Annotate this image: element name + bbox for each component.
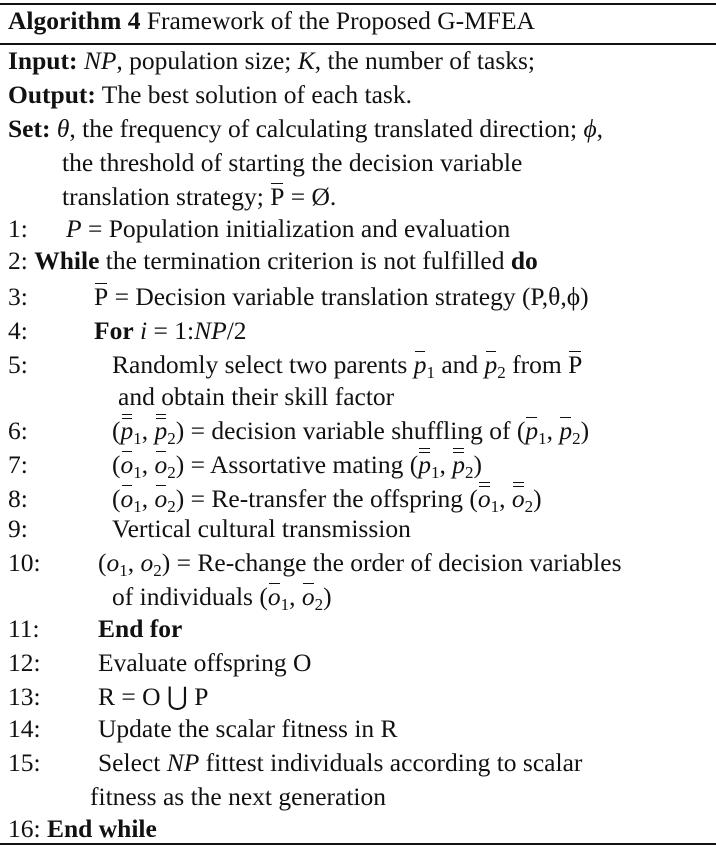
algorithm-title: Framework of the Proposed G-MFEA xyxy=(146,6,535,35)
step-6: 6: xyxy=(8,416,28,445)
step-8-body: (o1, o2) = Re-transfer the offspring (o1… xyxy=(112,482,542,516)
step-16: 16: End while xyxy=(8,814,157,843)
bottom-rule xyxy=(0,843,716,845)
output-line: Output: The best solution of each task. xyxy=(8,80,412,109)
step-12-body: Evaluate offspring O xyxy=(98,648,312,677)
algorithm-label: Algorithm 4 xyxy=(8,6,141,35)
step-3-body: P = Decision variable translation strate… xyxy=(94,280,589,314)
step-13: 13: xyxy=(8,682,41,711)
step-15-body: Select NP fittest individuals according … xyxy=(98,748,583,777)
algorithm-box: Algorithm 4 Framework of the Proposed G-… xyxy=(0,0,716,846)
step-14-body: Update the scalar fitness in R xyxy=(98,714,398,743)
algorithm-header: Algorithm 4 Framework of the Proposed G-… xyxy=(8,4,535,38)
step-9-body: Vertical cultural transmission xyxy=(112,514,411,543)
step-15: 15: xyxy=(8,748,41,777)
step-4: 4: xyxy=(8,316,28,345)
step-11: 11: xyxy=(8,614,40,643)
step-5: 5: xyxy=(8,350,28,379)
step-5-line-2: and obtain their skill factor xyxy=(118,382,395,411)
step-10-body: (o1, o2) = Re-change the order of decisi… xyxy=(98,548,622,580)
step-6-body: (p1, p2) = decision variable shuffling o… xyxy=(112,414,590,448)
step-14: 14: xyxy=(8,714,41,743)
step-7-body: (o1, o2) = Assortative mating (p1, p2) xyxy=(112,448,482,482)
set-line: Set: θ, the frequency of calculating tra… xyxy=(8,114,604,143)
step-10: 10: xyxy=(8,548,41,577)
step-9: 9: xyxy=(8,514,28,543)
step-1: 1: xyxy=(8,214,28,243)
step-13-body: R = O ⋃ P xyxy=(98,682,209,711)
step-12: 12: xyxy=(8,648,41,677)
step-1-body: P = Population initialization and evalua… xyxy=(66,214,511,243)
set-line-2: the threshold of starting the decision v… xyxy=(62,148,523,177)
set-line-3: translation strategy; P = Ø. xyxy=(62,180,336,214)
input-line: Input: NP, population size; K, the numbe… xyxy=(8,46,535,75)
step-7: 7: xyxy=(8,450,28,479)
step-3: 3: xyxy=(8,282,28,311)
step-4-body: For i = 1:NP/2 xyxy=(94,316,247,345)
step-8: 8: xyxy=(8,484,28,513)
step-11-body: End for xyxy=(98,614,183,643)
step-2: 2: While the termination criterion is no… xyxy=(8,246,538,275)
step-10-line-2: of individuals (o1, o2) xyxy=(112,582,332,614)
step-15-line-2: fitness as the next generation xyxy=(90,782,386,811)
step-5-body: Randomly select two parents p1 and p2 fr… xyxy=(112,350,583,382)
